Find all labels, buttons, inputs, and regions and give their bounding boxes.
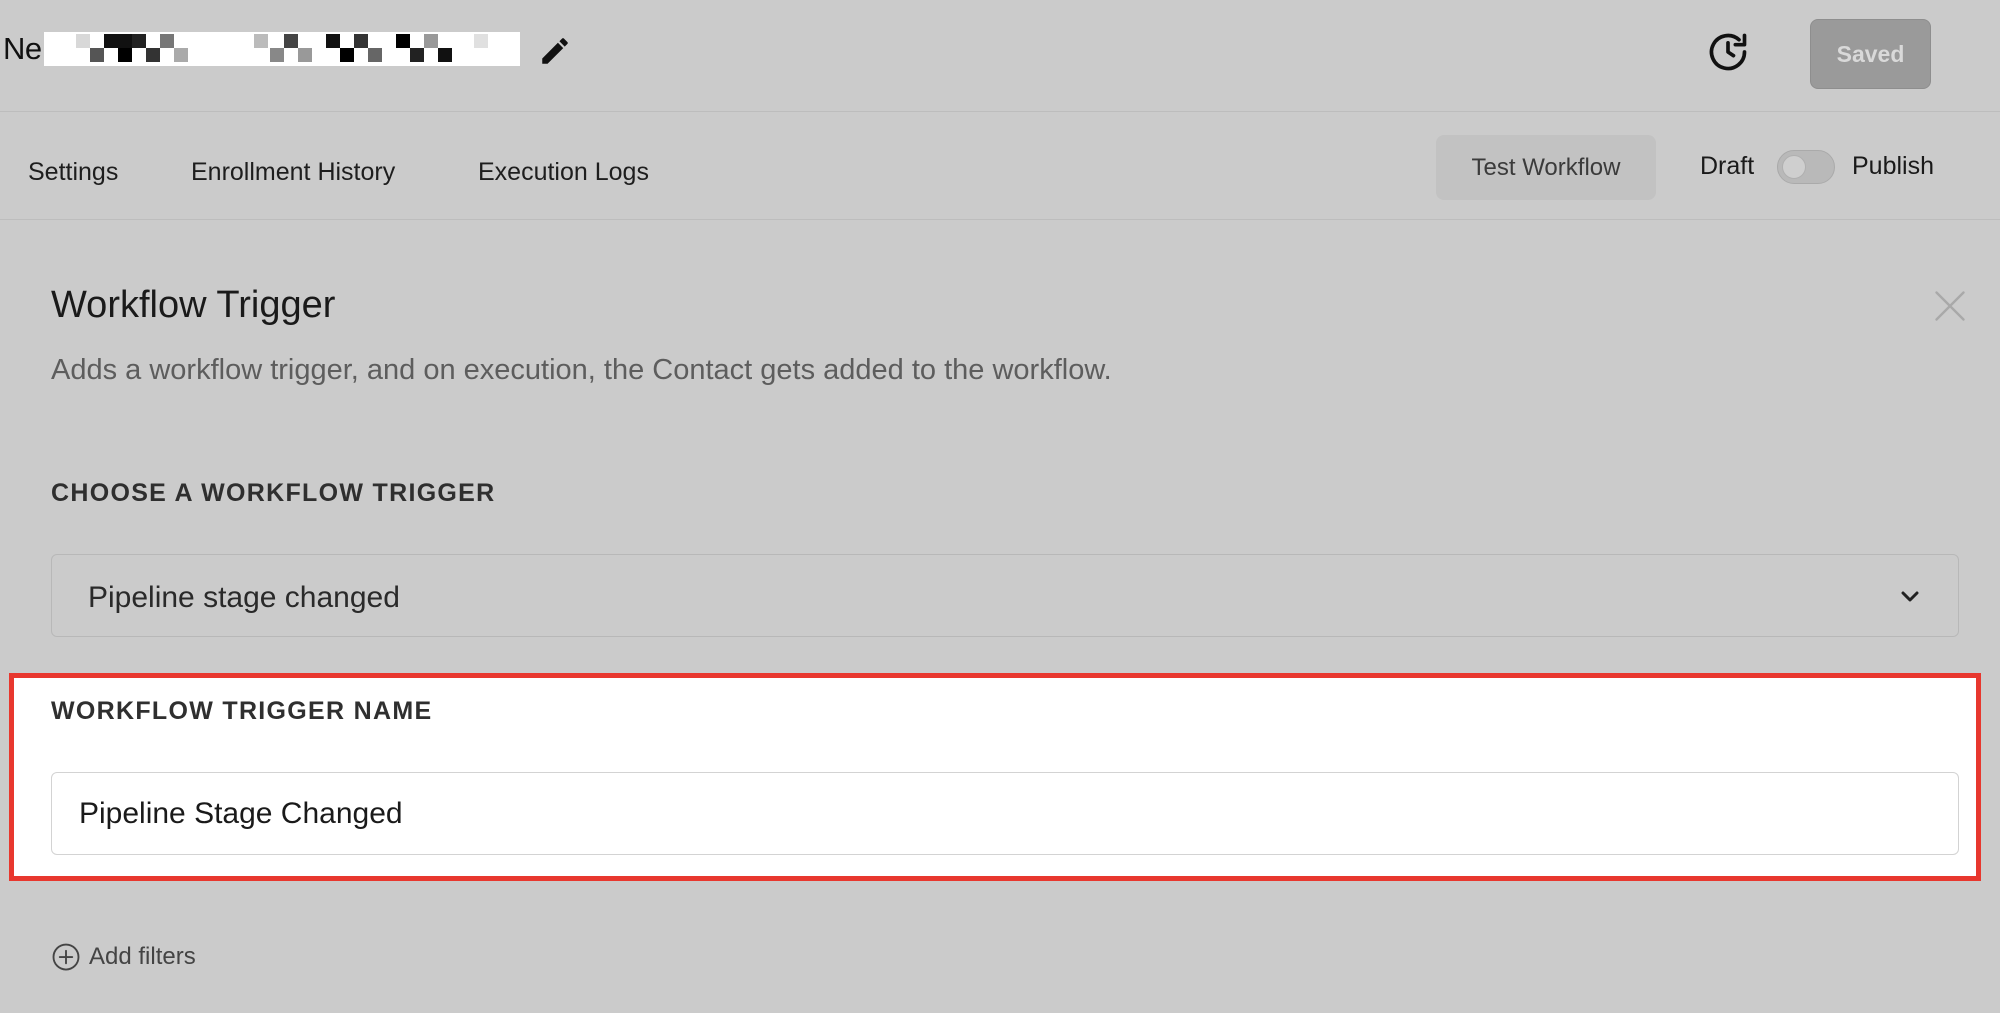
trigger-name-label: WORKFLOW TRIGGER NAME — [51, 697, 433, 725]
workflow-name-text: Ne — [3, 31, 42, 66]
panel-description: Adds a workflow trigger, and on executio… — [51, 354, 1112, 386]
add-filters-label: Add filters — [89, 943, 196, 970]
draft-label: Draft — [1700, 152, 1755, 180]
publish-toggle[interactable] — [1777, 150, 1835, 184]
test-workflow-button[interactable]: Test Workflow — [1436, 135, 1656, 200]
publish-label: Publish — [1852, 152, 1934, 180]
trigger-select[interactable]: Pipeline stage changed — [51, 554, 1959, 637]
toggle-knob — [1782, 155, 1806, 179]
add-filters-button[interactable]: Add filters — [51, 940, 196, 974]
close-icon[interactable] — [1932, 288, 1968, 324]
trigger-select-value: Pipeline stage changed — [88, 581, 400, 614]
chevron-down-icon — [1901, 591, 1919, 602]
history-clock-icon[interactable] — [1706, 30, 1750, 74]
tab-execution-logs[interactable]: Execution Logs — [478, 158, 649, 187]
saved-button[interactable]: Saved — [1810, 19, 1931, 89]
pencil-icon[interactable] — [538, 34, 572, 68]
top-header: Ne Saved — [0, 0, 2000, 112]
tab-enrollment-history[interactable]: Enrollment History — [191, 158, 395, 187]
workflow-name[interactable]: Ne — [3, 30, 520, 68]
workflow-editor-page: Ne Saved Settings Enrollment History Exe… — [0, 0, 2000, 1013]
tab-settings[interactable]: Settings — [28, 158, 118, 187]
redacted-workflow-name — [43, 32, 520, 66]
workflow-navbar: Settings Enrollment History Execution Lo… — [0, 112, 2000, 220]
choose-trigger-label: CHOOSE A WORKFLOW TRIGGER — [51, 479, 496, 507]
panel-title: Workflow Trigger — [51, 284, 336, 326]
plus-circle-icon — [52, 943, 80, 971]
trigger-name-input[interactable] — [51, 772, 1959, 855]
